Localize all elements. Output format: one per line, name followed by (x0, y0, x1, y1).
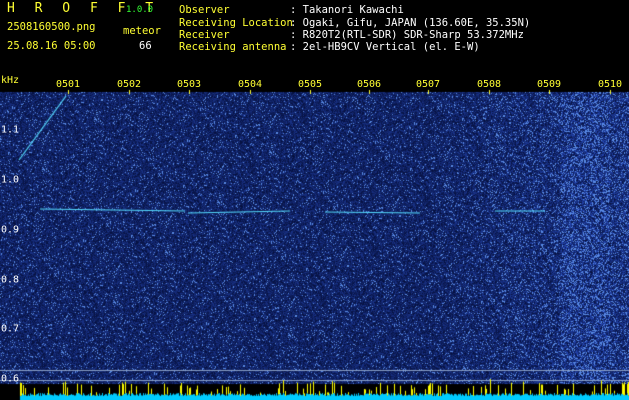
time-tick: 0507 (415, 79, 441, 90)
time-tick: 0503 (176, 79, 202, 90)
time-tick: 0510 (597, 79, 623, 90)
frequency-tick: 0.6 (1, 373, 20, 385)
app-version: 1.0.0 (126, 5, 154, 15)
station-label-antenna: Receiving antenna (179, 41, 287, 53)
frequency-tick: 0.7 (1, 323, 20, 335)
frequency-tick: 0.8 (1, 274, 20, 286)
time-tick: 0508 (476, 79, 502, 90)
spectrogram-waterfall (0, 78, 629, 400)
time-tick: 0502 (116, 79, 142, 90)
frequency-tick: 0.9 (1, 224, 20, 236)
meteor-label: meteor (123, 25, 161, 37)
frequency-tick: 1.1 (1, 124, 20, 136)
time-tick: 0506 (356, 79, 382, 90)
meteor-count: 66 (139, 40, 152, 52)
station-value-antenna: : 2el-HB9CV Vertical (el. E-W) (290, 41, 480, 53)
time-tick: 0501 (55, 79, 81, 90)
station-value-observer: : Takanori Kawachi (290, 4, 404, 16)
time-tick: 0504 (237, 79, 263, 90)
station-label-observer: Observer (179, 4, 230, 16)
time-tick: 0509 (536, 79, 562, 90)
file-name: 2508160500.png (7, 21, 96, 33)
time-tick: 0505 (297, 79, 323, 90)
capture-datetime: 25.08.16 05:00 (7, 40, 96, 52)
frequency-tick: 1.0 (1, 174, 20, 186)
frequency-unit-label: kHz (1, 75, 20, 86)
